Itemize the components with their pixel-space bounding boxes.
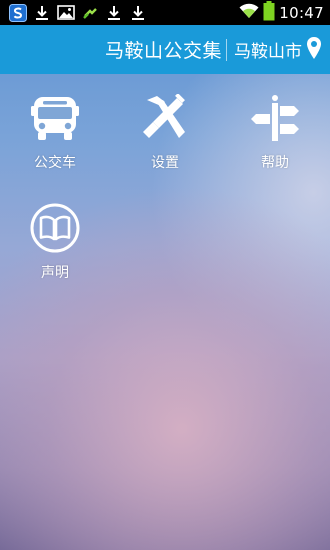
app-s-icon	[6, 0, 30, 25]
help-signpost-icon	[248, 92, 302, 144]
menu-label: 公交车	[34, 155, 76, 171]
wifi-icon	[239, 3, 259, 23]
title-divider	[226, 38, 227, 61]
status-bar: 10:47	[0, 0, 330, 25]
menu-item-statement[interactable]: 声明	[10, 202, 100, 292]
sync-icon	[78, 0, 102, 25]
settings-icon	[138, 92, 192, 144]
clock: 10:47	[279, 3, 324, 22]
book-icon	[28, 202, 82, 254]
download-icon	[126, 0, 150, 25]
download-icon	[102, 0, 126, 25]
menu-item-bus[interactable]: 公交车	[10, 92, 100, 182]
menu-item-settings[interactable]: 设置	[120, 92, 210, 182]
notification-icons	[0, 0, 150, 25]
city-selector[interactable]: 马鞍山市	[234, 36, 322, 64]
menu-label: 帮助	[261, 155, 289, 171]
download-icon	[30, 0, 54, 25]
menu-item-help[interactable]: 帮助	[230, 92, 320, 182]
title-bar: 马鞍山公交集 马鞍山市	[0, 25, 330, 74]
bus-icon	[28, 92, 82, 144]
menu-label: 声明	[41, 265, 69, 281]
image-icon	[54, 0, 78, 25]
city-label: 马鞍山市	[234, 42, 302, 62]
menu-label: 设置	[151, 155, 179, 171]
app-title: 马鞍山公交集	[104, 40, 222, 62]
battery-icon	[263, 0, 275, 25]
location-pin-icon	[306, 36, 322, 64]
